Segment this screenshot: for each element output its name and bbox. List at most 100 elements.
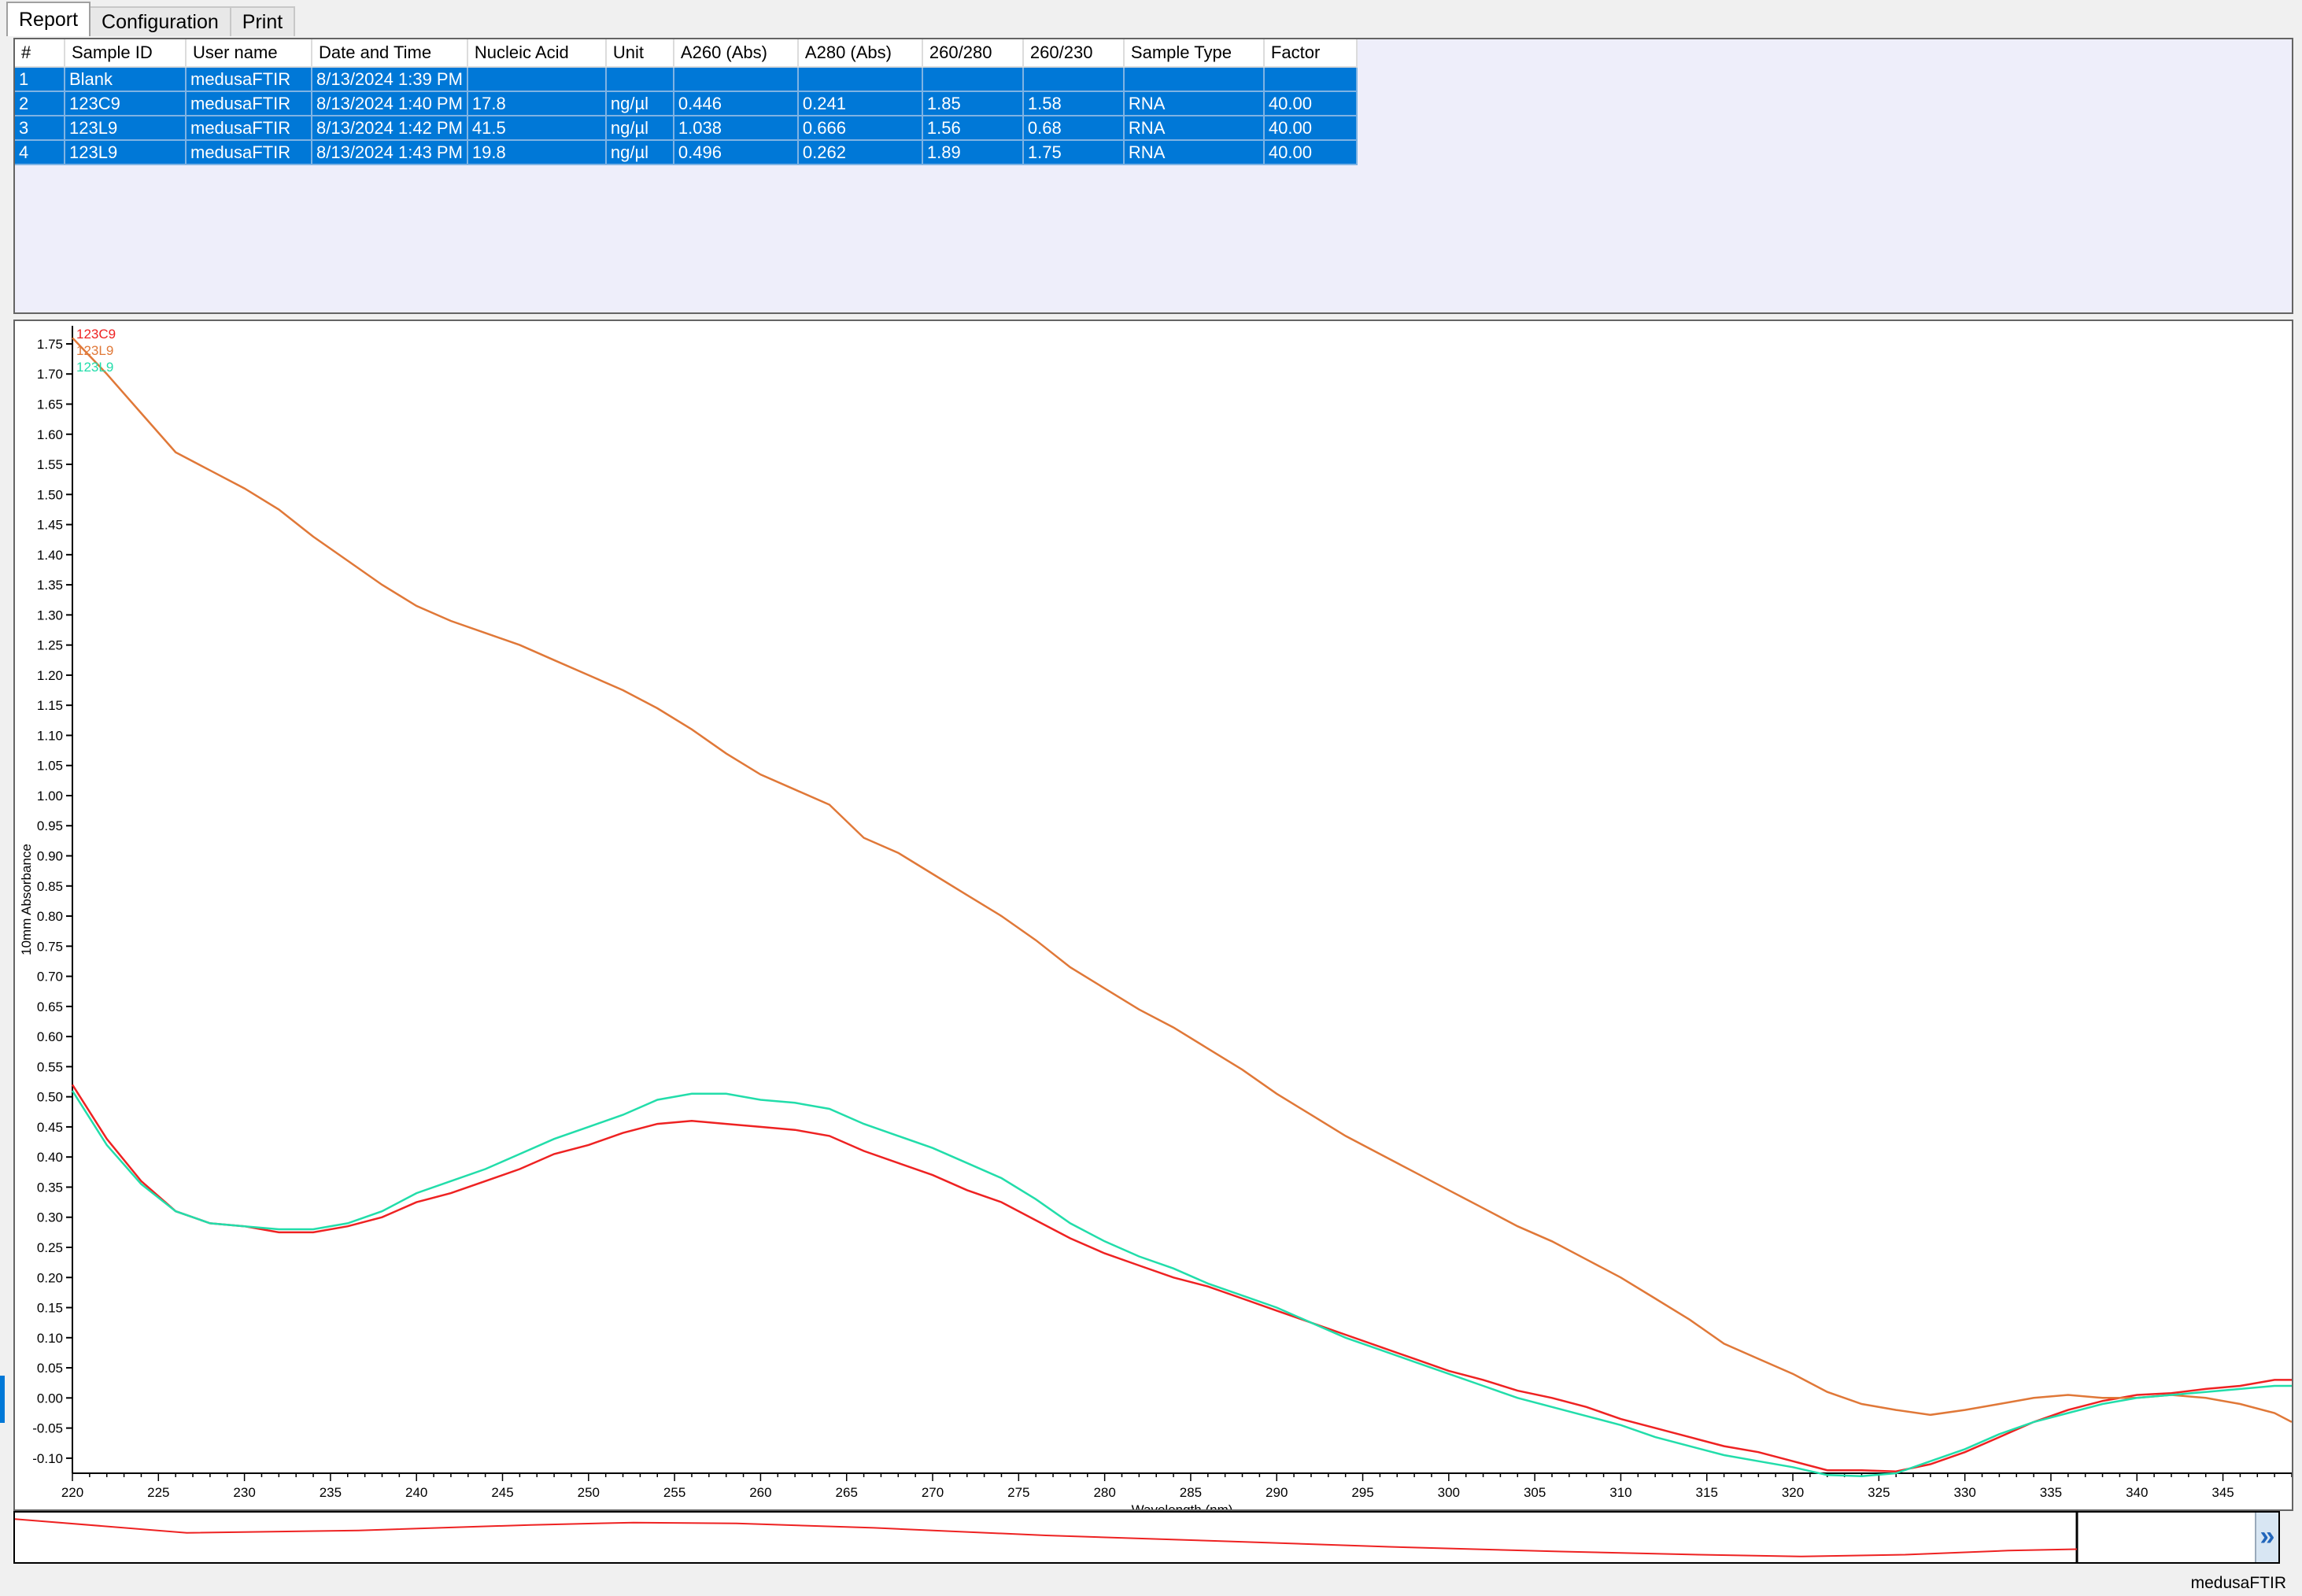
y-tick-label: 1.50 [37, 487, 63, 502]
column-header-index[interactable]: # [15, 39, 65, 68]
y-tick-label: 0.20 [37, 1270, 63, 1285]
table-cell [673, 67, 799, 92]
y-tick-label: 0.35 [37, 1180, 63, 1195]
x-tick-label: 280 [1093, 1485, 1115, 1500]
x-tick-label: 320 [1782, 1485, 1804, 1500]
table-cell [797, 67, 923, 92]
table-row[interactable]: 1 Blank medusaFTIR 8/13/2024 1:39 PM [15, 67, 1358, 92]
series-line-1 [71, 1084, 2292, 1472]
column-header-sample-type[interactable]: Sample Type [1123, 39, 1265, 68]
tab-print[interactable]: Print [229, 6, 296, 36]
table-cell: 0.241 [797, 91, 923, 116]
table-header-row: # Sample ID User name Date and Time Nucl… [15, 39, 1358, 68]
table-cell [1022, 67, 1125, 92]
table-cell: 1 [15, 67, 65, 92]
spectrum-chart-panel[interactable]: -0.10 -0.05 0.00 0.05 0.10 0.15 0.20 0.25 0.30 0.… [13, 320, 2293, 1511]
tab-configuration[interactable]: Configuration [89, 6, 231, 36]
table-cell: 40.00 [1263, 116, 1358, 141]
y-tick-label: 0.65 [37, 999, 63, 1014]
table-row[interactable]: 4 123L9 medusaFTIR 8/13/2024 1:43 PM 19.… [15, 140, 1358, 165]
y-tick-label: 1.15 [37, 698, 63, 713]
column-header-nucleic-acid[interactable]: Nucleic Acid [467, 39, 607, 68]
x-tick-label: 310 [1609, 1485, 1631, 1500]
y-tick-label: 0.05 [37, 1361, 63, 1376]
x-tick-label: 335 [2040, 1485, 2062, 1500]
table-cell: 8/13/2024 1:42 PM [312, 116, 468, 141]
table-cell: ng/µl [605, 91, 674, 116]
column-header-sample-id[interactable]: Sample ID [65, 39, 187, 68]
table-cell: 4 [15, 140, 65, 165]
table-cell: RNA [1123, 116, 1265, 141]
spectrum-chart[interactable]: -0.10 -0.05 0.00 0.05 0.10 0.15 0.20 0.25 0.30 0.… [15, 321, 2292, 1509]
column-header-260-230[interactable]: 260/230 [1022, 39, 1125, 68]
y-tick-label: 1.30 [37, 608, 63, 623]
table-cell [605, 67, 674, 92]
y-tick-label: 0.25 [37, 1240, 63, 1255]
overview-line [15, 1518, 2078, 1557]
column-header-260-280[interactable]: 260/280 [922, 39, 1024, 68]
y-tick-label: 0.10 [37, 1331, 63, 1346]
table-cell: RNA [1123, 140, 1265, 165]
table-cell [1263, 67, 1358, 92]
table-cell: RNA [1123, 91, 1265, 116]
table-row[interactable]: 3 123L9 medusaFTIR 8/13/2024 1:42 PM 41.… [15, 116, 1358, 141]
column-header-a260[interactable]: A260 (Abs) [673, 39, 799, 68]
table-cell: medusaFTIR [186, 140, 312, 165]
y-tick-label: 0.45 [37, 1120, 63, 1135]
y-axis-ticks: -0.10 -0.05 0.00 0.05 0.10 0.15 0.20 0.25 0.30 0.… [32, 337, 72, 1466]
sample-table: # Sample ID User name Date and Time Nucl… [15, 39, 1358, 165]
tab-report[interactable]: Report [6, 2, 91, 36]
x-axis-label: Wavelength (nm) [1132, 1502, 1233, 1509]
y-tick-label: 0.70 [37, 970, 63, 985]
sample-grid-panel: # Sample ID User name Date and Time Nucl… [13, 38, 2293, 314]
y-tick-label: 1.00 [37, 789, 63, 804]
scroll-right-button[interactable]: » [2255, 1513, 2278, 1562]
y-tick-label: 0.85 [37, 879, 63, 894]
overview-plot [15, 1513, 2078, 1562]
y-tick-label: 1.70 [37, 367, 63, 382]
table-cell: 8/13/2024 1:43 PM [312, 140, 468, 165]
y-tick-label: 1.05 [37, 759, 63, 774]
column-header-a280[interactable]: A280 (Abs) [797, 39, 923, 68]
tab-bar: Report Configuration Print [6, 2, 296, 36]
x-tick-label: 275 [1007, 1485, 1029, 1500]
status-user-name: medusaFTIR [2190, 1574, 2286, 1592]
x-tick-label: 220 [61, 1485, 83, 1500]
y-tick-label: 0.40 [37, 1150, 63, 1165]
table-cell: 41.5 [467, 116, 607, 141]
table-cell: 1.89 [922, 140, 1024, 165]
table-cell: 1.56 [922, 116, 1024, 141]
x-tick-label: 225 [147, 1485, 169, 1500]
y-tick-label: 0.95 [37, 818, 63, 833]
x-tick-label: 345 [2211, 1485, 2234, 1500]
table-cell: Blank [65, 67, 187, 92]
table-cell: medusaFTIR [186, 67, 312, 92]
y-tick-label: 1.10 [37, 728, 63, 743]
table-cell: 8/13/2024 1:40 PM [312, 91, 468, 116]
y-tick-label: -0.10 [32, 1451, 63, 1466]
table-cell: ng/µl [605, 140, 674, 165]
table-cell: 17.8 [467, 91, 607, 116]
column-header-date-time[interactable]: Date and Time [312, 39, 468, 68]
series-group [71, 337, 2292, 1478]
table-cell: 0.68 [1022, 116, 1125, 141]
x-tick-label: 330 [1953, 1485, 1975, 1500]
table-cell: 123C9 [65, 91, 187, 116]
y-tick-label: 1.60 [37, 427, 63, 442]
x-tick-label: 250 [578, 1485, 600, 1500]
table-row[interactable]: 2 123C9 medusaFTIR 8/13/2024 1:40 PM 17.… [15, 91, 1358, 116]
table-cell: medusaFTIR [186, 116, 312, 141]
y-tick-label: 0.15 [37, 1301, 63, 1316]
overview-strip[interactable]: » [13, 1511, 2280, 1564]
series-line-2 [72, 337, 2292, 1424]
y-tick-label: 0.00 [37, 1391, 63, 1406]
y-tick-label: 0.55 [37, 1059, 63, 1074]
y-tick-label: 0.30 [37, 1210, 63, 1225]
column-header-unit[interactable]: Unit [605, 39, 674, 68]
y-tick-label: 1.20 [37, 668, 63, 683]
column-header-user-name[interactable]: User name [186, 39, 312, 68]
x-tick-label: 255 [663, 1485, 685, 1500]
column-header-factor[interactable]: Factor [1263, 39, 1358, 68]
table-cell: 1.85 [922, 91, 1024, 116]
x-tick-label: 240 [405, 1485, 427, 1500]
